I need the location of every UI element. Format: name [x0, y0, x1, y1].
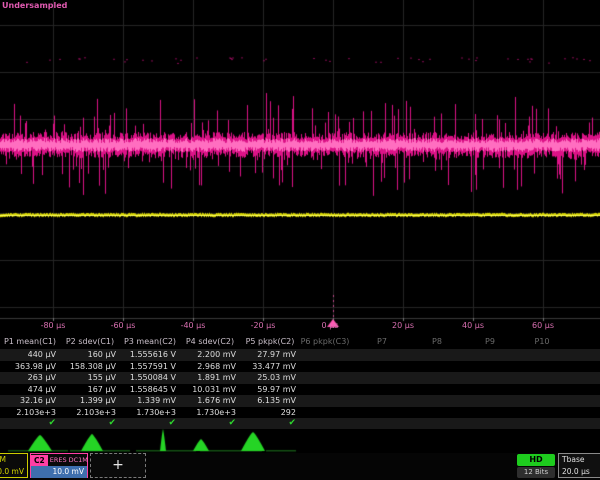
measurement-value: 2.968 mV — [180, 361, 240, 373]
measurement-header-inactive[interactable]: P10 — [534, 336, 549, 348]
timebase-descriptor[interactable]: Tbase 20.0 µs — [558, 453, 600, 478]
measurement-value-row: 32.16 µV1.399 µV1.339 mV1.676 mV6.135 mV — [0, 395, 600, 407]
time-tick-label: -60 µs — [111, 321, 136, 330]
measurement-value: 363.98 µV — [0, 361, 60, 373]
time-tick-label: 0 µs — [322, 321, 339, 330]
measurement-value: 32.16 µV — [0, 395, 60, 407]
status-check-icon: ✔ — [120, 418, 180, 429]
measurement-header-row: P1 mean(C1)P2 sdev(C1)P3 mean(C2)P4 sdev… — [0, 336, 600, 348]
measurement-value: 2.103e+3 — [0, 407, 60, 419]
c1-coupling-label: DC1M — [0, 454, 6, 466]
measurement-header[interactable]: P3 mean(C2) — [120, 336, 180, 348]
oscilloscope-screen: Undersampled -100 µs-80 µs-60 µs-40 µs-2… — [0, 0, 600, 480]
measurement-value: 1.550084 V — [120, 372, 180, 384]
measurement-value-row: 474 µV167 µV1.558645 V10.031 mV59.97 mV — [0, 384, 600, 396]
measurement-value: 1.558645 V — [120, 384, 180, 396]
time-tick-label: -80 µs — [41, 321, 66, 330]
time-tick-label: 40 µs — [462, 321, 484, 330]
measurement-header-inactive[interactable]: P9 — [485, 336, 495, 348]
measurement-value: 1.557591 V — [120, 361, 180, 373]
c1-vertical-scale: 50.0 mV — [0, 466, 24, 478]
measurement-header[interactable]: P1 mean(C1) — [0, 336, 60, 348]
measurement-status-row: ✔✔✔✔✔ — [0, 418, 600, 429]
hd-bits-label: 12 Bits — [517, 467, 555, 478]
measurement-value: 27.97 mV — [240, 349, 300, 361]
c2-eres-label: ERES — [50, 454, 67, 466]
measurement-value: 59.97 mV — [240, 384, 300, 396]
measurement-value: 292 — [240, 407, 300, 419]
measurement-header[interactable]: P4 sdev(C2) — [180, 336, 240, 348]
status-check-icon: ✔ — [60, 418, 120, 429]
measurement-value-row: 363.98 µV158.308 µV1.557591 V2.968 mV33.… — [0, 361, 600, 373]
measurement-value: 33.477 mV — [240, 361, 300, 373]
measurement-header[interactable]: P5 pkpk(C2) — [240, 336, 300, 348]
measurement-value: 474 µV — [0, 384, 60, 396]
hd-mode-badge[interactable]: HD 12 Bits — [517, 454, 555, 478]
measurement-value-row: 263 µV155 µV1.550084 V1.891 mV25.03 mV — [0, 372, 600, 384]
measurement-header-inactive[interactable]: P7 — [377, 336, 387, 348]
measurement-value: 440 µV — [0, 349, 60, 361]
status-check-icon: ✔ — [240, 418, 300, 429]
measurement-value: 263 µV — [0, 372, 60, 384]
channel-descriptor-c1[interactable]: C1 DC1M 50.0 mV — [0, 453, 28, 478]
measurement-value: 158.308 µV — [60, 361, 120, 373]
measurement-value: 1.339 mV — [120, 395, 180, 407]
measurement-value: 1.891 mV — [180, 372, 240, 384]
c2-coupling-label: DC1M — [69, 454, 88, 466]
measurement-value: 6.135 mV — [240, 395, 300, 407]
time-tick-label: -40 µs — [181, 321, 206, 330]
time-tick-label: -20 µs — [251, 321, 276, 330]
bottom-toolbar: C1 DC1M 50.0 mV C2 ERES DC1M 10.0 mV + H… — [0, 453, 600, 480]
measurement-value: 1.730e+3 — [120, 407, 180, 419]
measurement-header-inactive[interactable]: P6 pkpk(C3) — [301, 336, 350, 348]
channel-descriptor-c2[interactable]: C2 ERES DC1M 10.0 mV — [30, 453, 88, 478]
measurement-value: 10.031 mV — [180, 384, 240, 396]
c2-channel-tag: C2 — [31, 455, 48, 466]
undersampled-warning: Undersampled — [2, 1, 67, 10]
measurement-value-row: 440 µV160 µV1.555616 V2.200 mV27.97 mV — [0, 349, 600, 361]
time-tick-label: 20 µs — [392, 321, 414, 330]
status-check-icon: ✔ — [0, 418, 60, 429]
measurement-value-row: 2.103e+32.103e+31.730e+31.730e+3292 — [0, 407, 600, 419]
measurement-value: 1.555616 V — [120, 349, 180, 361]
measurement-value: 25.03 mV — [240, 372, 300, 384]
measurement-value: 167 µV — [60, 384, 120, 396]
add-trace-button[interactable]: + — [90, 453, 146, 478]
measurement-value: 2.103e+3 — [60, 407, 120, 419]
measurement-header-inactive[interactable]: P8 — [432, 336, 442, 348]
measurement-value: 1.730e+3 — [180, 407, 240, 419]
hd-label: HD — [517, 454, 555, 466]
status-check-icon: ✔ — [180, 418, 240, 429]
measurement-header[interactable]: P2 sdev(C1) — [60, 336, 120, 348]
measurement-value: 155 µV — [60, 372, 120, 384]
measurement-value: 1.399 µV — [60, 395, 120, 407]
measurement-value: 160 µV — [60, 349, 120, 361]
tbase-value: 20.0 µs — [562, 466, 590, 478]
measurement-value: 2.200 mV — [180, 349, 240, 361]
tbase-label: Tbase — [562, 454, 584, 466]
time-tick-label: 60 µs — [532, 321, 554, 330]
measurement-value: 1.676 mV — [180, 395, 240, 407]
c2-vertical-scale: 10.0 mV — [52, 466, 84, 478]
